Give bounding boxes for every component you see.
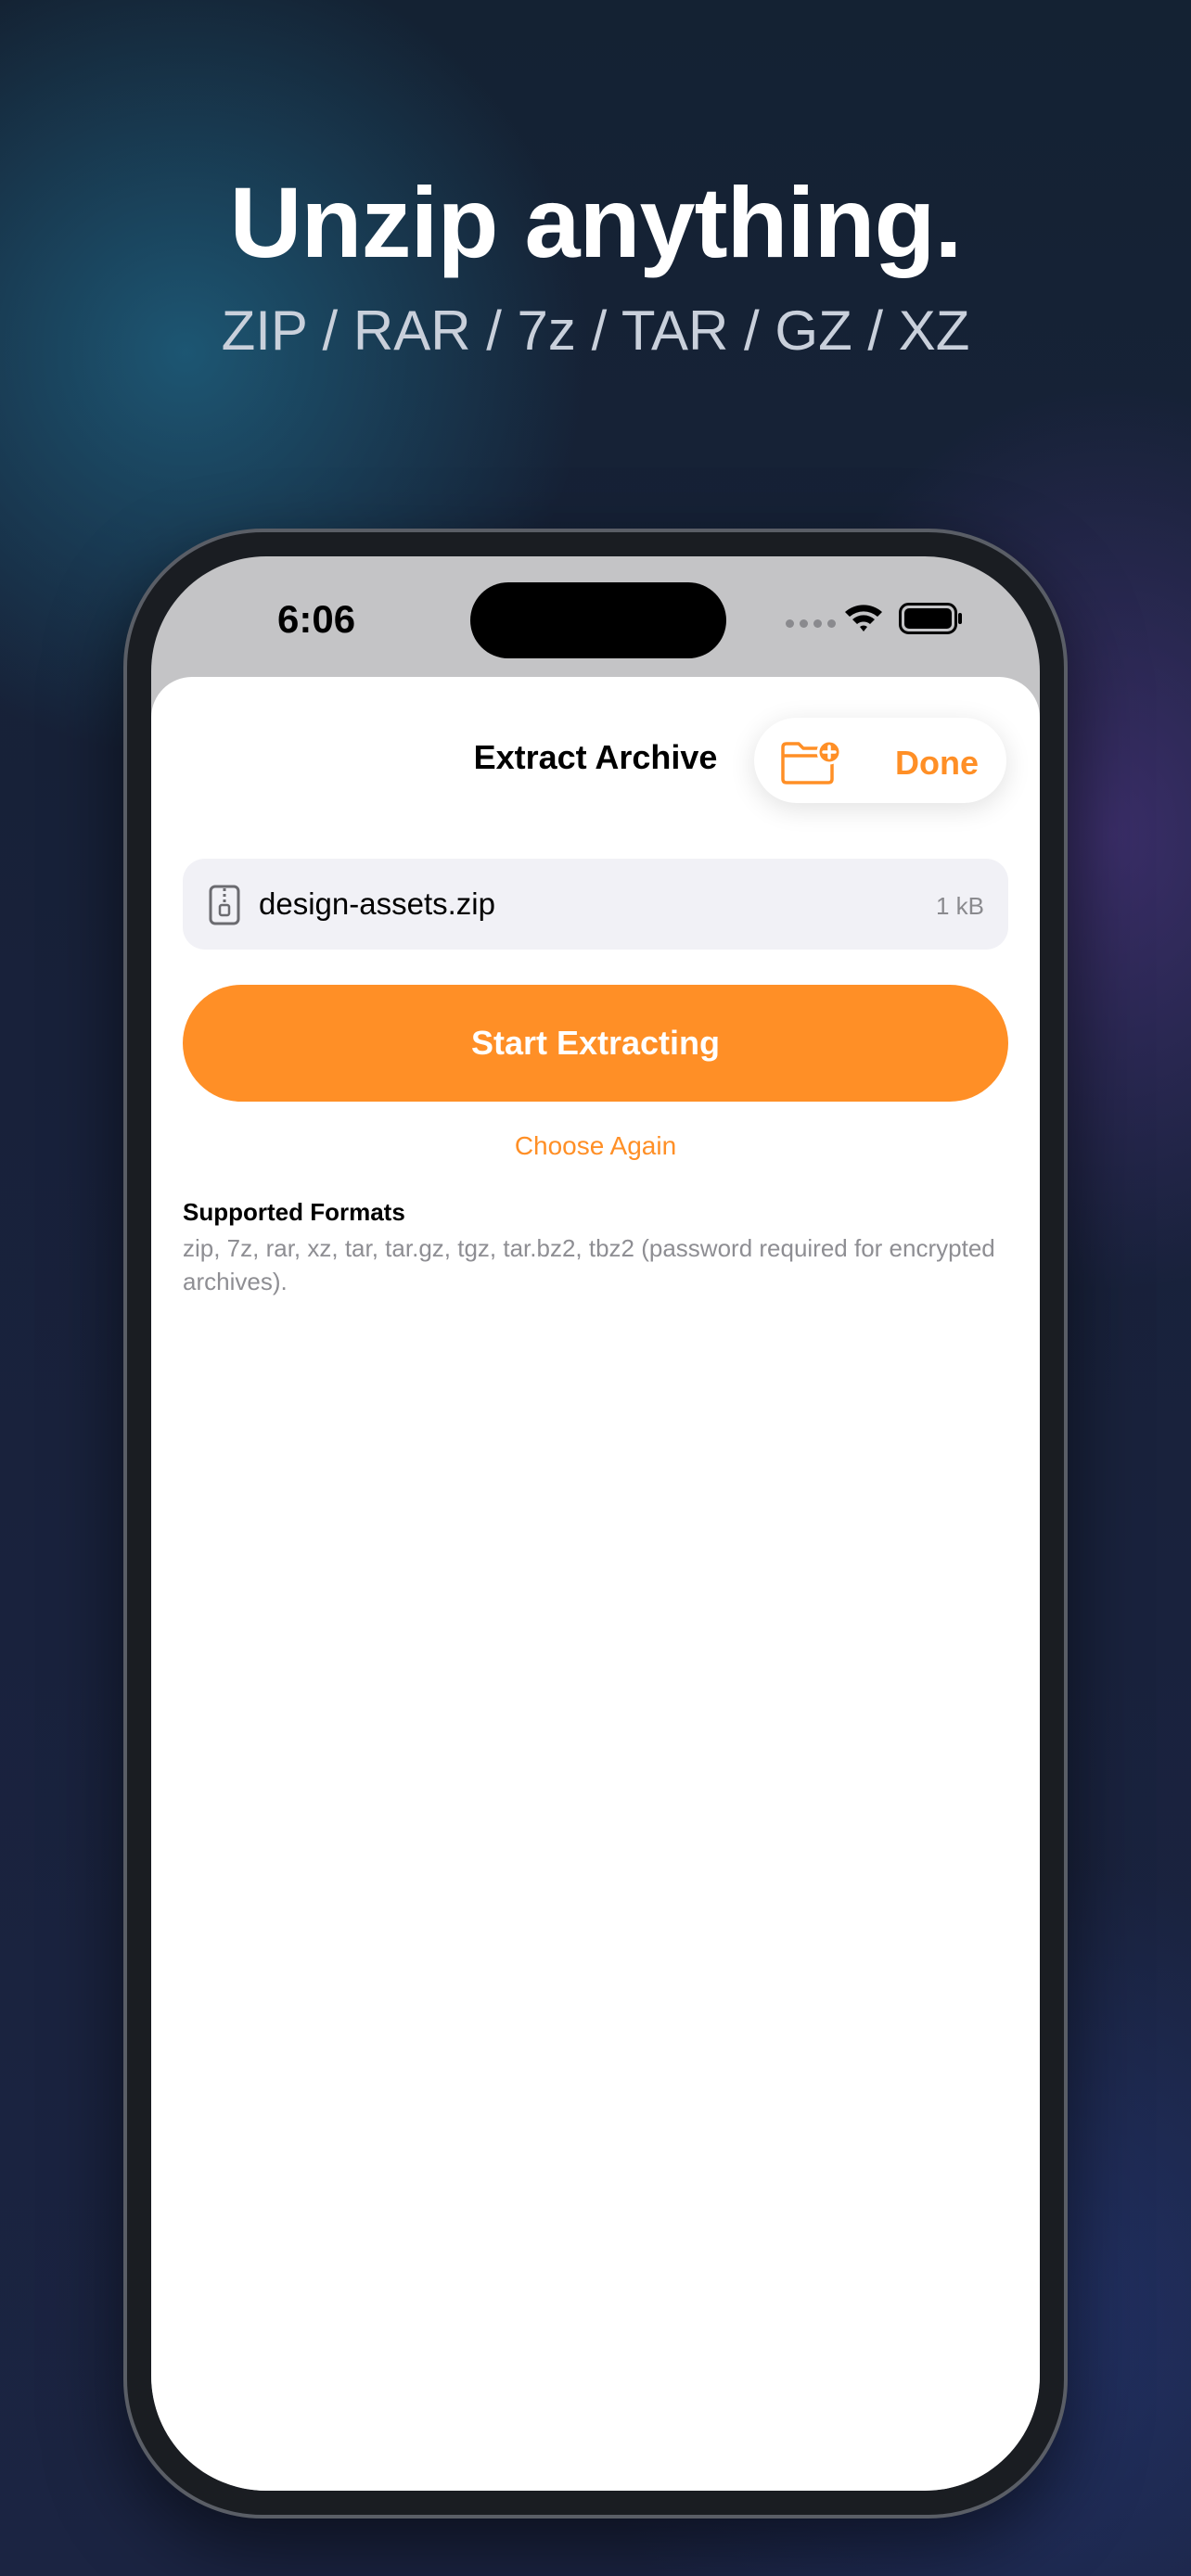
- signal-dots-icon: [786, 619, 836, 628]
- zip-file-icon: [209, 885, 240, 925]
- status-bar: 6:06: [151, 556, 1040, 677]
- choose-again-link[interactable]: Choose Again: [151, 1131, 1040, 1161]
- wifi-icon: [845, 605, 882, 631]
- nav-actions-capsule: Done: [754, 718, 1006, 803]
- done-button[interactable]: Done: [895, 744, 979, 783]
- supported-formats-title: Supported Formats: [183, 1198, 405, 1226]
- marketing-subheadline: ZIP / RAR / 7z / TAR / GZ / XZ: [221, 300, 970, 362]
- phone-screen: 6:06 Extract Archive Done design-assets.…: [151, 556, 1040, 2491]
- extract-sheet: Extract Archive Done design-assets.zip 1…: [151, 677, 1040, 2491]
- battery-icon: [899, 603, 962, 634]
- selected-file-row: design-assets.zip 1 kB: [183, 859, 1008, 950]
- marketing-headline: Unzip anything.: [229, 166, 963, 278]
- phone-frame: 6:06 Extract Archive Done design-assets.…: [123, 529, 1068, 2519]
- dynamic-island: [470, 582, 726, 658]
- supported-formats-description: zip, 7z, rar, xz, tar, tar.gz, tgz, tar.…: [183, 1234, 995, 1295]
- file-name: design-assets.zip: [259, 886, 495, 921]
- file-size: 1 kB: [935, 892, 984, 920]
- status-time: 6:06: [277, 597, 356, 641]
- start-extracting-button[interactable]: Start Extracting: [183, 985, 1008, 1102]
- folder-add-icon[interactable]: [780, 740, 841, 784]
